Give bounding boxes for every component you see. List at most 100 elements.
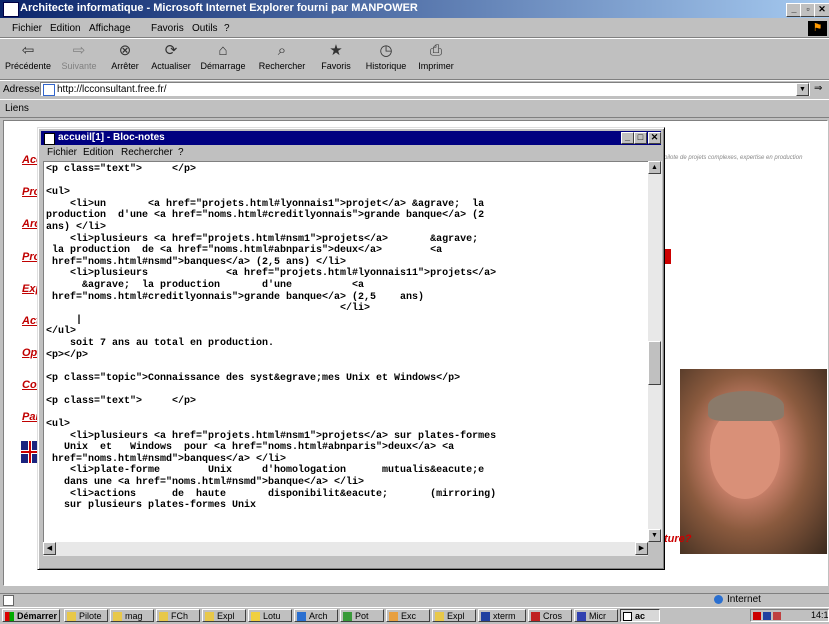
system-tray: 14:1 — [750, 609, 829, 622]
notepad-content[interactable]: <p class="text"> </p> <ul> <li>un <a hre… — [44, 162, 648, 512]
ie-menu-bar: Fichier Edition Affichage Favoris Outils… — [0, 20, 829, 38]
ie-window-title: Architecte informatique - Microsoft Inte… — [20, 2, 418, 14]
windows-taskbar: Démarrer Pilote mag FCh Expl Lotu Arch P… — [0, 607, 829, 624]
taskbar-item-ac[interactable]: ac — [620, 609, 660, 622]
app-icon — [343, 612, 352, 621]
forward-button[interactable]: ⇨ Suivante — [54, 41, 104, 77]
menu-outils[interactable]: Outils — [192, 23, 218, 34]
printer-icon: ⎙ — [429, 42, 442, 59]
notepad-vertical-scrollbar[interactable]: ▲ ▼ — [648, 161, 662, 543]
notepad-close-button[interactable]: ✕ — [648, 132, 661, 144]
tray-icon[interactable] — [753, 612, 761, 620]
stop-button[interactable]: ⊗ Arrêter — [106, 41, 144, 77]
search-icon: ⌕ — [277, 42, 287, 59]
explorer-icon — [435, 612, 444, 621]
ie-title-bar[interactable]: Architecte informatique - Microsoft Inte… — [0, 0, 829, 18]
word-icon — [577, 612, 586, 621]
notepad-menu-help[interactable]: ? — [178, 147, 184, 158]
ie-app-icon — [3, 2, 19, 17]
windows-flag-icon — [5, 612, 14, 621]
notepad-minimize-button[interactable]: _ — [621, 132, 634, 144]
refresh-button[interactable]: ⟳ Actualiser — [146, 41, 196, 77]
globe-icon — [714, 595, 723, 604]
notepad-menu-rechercher[interactable]: Rechercher — [121, 147, 173, 158]
status-zone: Internet — [727, 594, 761, 605]
notepad-window[interactable]: accueil[1] - Bloc-notes _ □ ✕ Fichier Ed… — [37, 127, 665, 570]
back-button[interactable]: ⇦ Précédente — [4, 41, 52, 77]
history-icon: ◷ — [379, 42, 393, 59]
scroll-left-button[interactable]: ◀ — [43, 542, 56, 555]
notepad-menu-edition[interactable]: Edition — [83, 147, 114, 158]
notepad-maximize-button[interactable]: □ — [634, 132, 647, 144]
clock[interactable]: 14:1 — [811, 610, 829, 620]
taskbar-item-cros[interactable]: Cros — [528, 609, 572, 622]
app-icon — [531, 612, 540, 621]
menu-help[interactable]: ? — [224, 23, 230, 34]
scroll-down-button[interactable]: ▼ — [648, 529, 661, 542]
links-label[interactable]: Liens — [5, 103, 29, 114]
home-icon: ⌂ — [218, 42, 228, 59]
forward-arrow-icon: ⇨ — [72, 42, 86, 59]
notepad-title: accueil[1] - Bloc-notes — [58, 132, 165, 143]
xterm-icon — [481, 612, 490, 621]
ie-icon — [297, 612, 306, 621]
folder-icon — [67, 612, 76, 621]
status-bar: Internet — [0, 593, 829, 607]
home-button[interactable]: ⌂ Démarrage — [198, 41, 248, 77]
ie-toolbar: ⇦ Précédente ⇨ Suivante ⊗ Arrêter ⟳ Actualis… — [0, 38, 829, 80]
tray-icon[interactable] — [763, 612, 771, 620]
taskbar-item-expl-2[interactable]: Expl — [432, 609, 476, 622]
address-dropdown-button[interactable]: ▼ — [796, 83, 809, 96]
taskbar-item-xterm[interactable]: xterm — [478, 609, 526, 622]
taskbar-item-micr[interactable]: Micr — [574, 609, 618, 622]
notepad-horizontal-scrollbar[interactable]: ◀ ▶ — [43, 542, 648, 556]
scroll-right-button[interactable]: ▶ — [635, 542, 648, 555]
menu-fichier[interactable]: Fichier — [12, 23, 42, 34]
taskbar-item-arch[interactable]: Arch — [294, 609, 338, 622]
links-bar: Liens — [0, 99, 829, 118]
taskbar-item-exc[interactable]: Exc — [386, 609, 430, 622]
menu-favoris[interactable]: Favoris — [151, 23, 184, 34]
go-arrow-icon[interactable]: ⇒ — [814, 83, 822, 94]
windows-logo-icon: ⚑ — [808, 21, 827, 36]
status-page-icon — [3, 595, 14, 606]
taskbar-item-fch[interactable]: FCh — [156, 609, 200, 622]
stop-icon: ⊗ — [118, 42, 132, 59]
back-arrow-icon: ⇦ — [21, 42, 35, 59]
explorer-icon — [205, 612, 214, 621]
size-grip-icon[interactable] — [648, 542, 662, 556]
taskbar-item-expl-1[interactable]: Expl — [202, 609, 246, 622]
start-button[interactable]: Démarrer — [2, 609, 60, 622]
notepad-text-area[interactable]: <p class="text"> </p> <ul> <li>un <a hre… — [43, 161, 649, 543]
folder-icon — [113, 612, 122, 621]
favorites-button[interactable]: ★ Favoris — [316, 41, 356, 77]
notepad-menu-fichier[interactable]: Fichier — [47, 147, 77, 158]
tray-icon[interactable] — [773, 612, 781, 620]
footer-fragment: ture? — [664, 533, 692, 545]
address-input[interactable]: http://lcconsultant.free.fr/ — [40, 82, 810, 96]
history-button[interactable]: ◷ Historique — [362, 41, 410, 77]
folder-icon — [159, 612, 168, 621]
search-button[interactable]: ⌕ Rechercher — [254, 41, 310, 77]
menu-affichage[interactable]: Affichage — [89, 23, 131, 34]
address-label: Adresse — [3, 84, 40, 95]
page-icon — [43, 84, 55, 96]
notepad-menu-bar: Fichier Edition Rechercher ? — [41, 146, 661, 161]
excel-icon — [389, 612, 398, 621]
notepad-icon — [44, 133, 55, 145]
taskbar-item-pilote[interactable]: Pilote — [64, 609, 108, 622]
lotus-icon — [251, 612, 260, 621]
page-tagline: pilote de projets complexes, expertise e… — [664, 155, 803, 161]
close-button[interactable]: ✕ — [814, 3, 829, 17]
notepad-icon — [623, 612, 632, 621]
print-button[interactable]: ⎙ Imprimer — [414, 41, 458, 77]
address-bar: Adresse http://lcconsultant.free.fr/ ▼ ⇒ — [0, 80, 829, 100]
refresh-icon: ⟳ — [164, 42, 178, 59]
taskbar-item-mag[interactable]: mag — [110, 609, 154, 622]
scroll-up-button[interactable]: ▲ — [648, 161, 661, 174]
menu-edition[interactable]: Edition — [50, 23, 81, 34]
taskbar-item-pot[interactable]: Pot — [340, 609, 384, 622]
taskbar-item-lotu[interactable]: Lotu — [248, 609, 292, 622]
vertical-scroll-thumb[interactable] — [648, 341, 661, 385]
notepad-title-bar[interactable]: accueil[1] - Bloc-notes _ □ ✕ — [41, 131, 661, 145]
